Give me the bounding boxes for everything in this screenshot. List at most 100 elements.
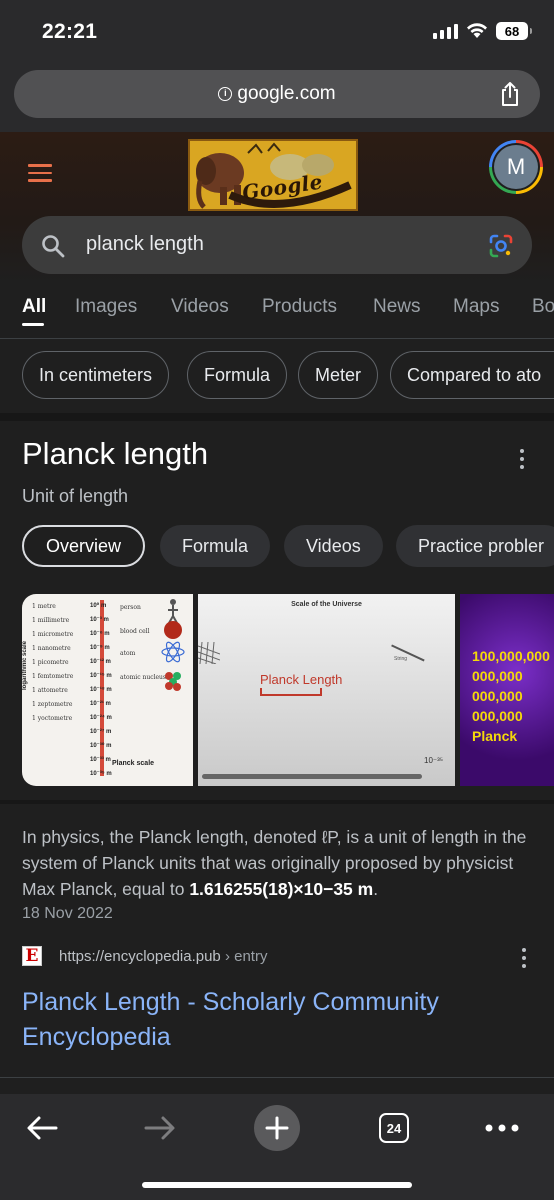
tab-videos[interactable]: Videos — [171, 296, 229, 318]
ruler-tick-label: 10⁻³⁰ m — [90, 743, 112, 749]
grid-mesh-illustration — [198, 642, 220, 664]
ruler-tick-label: 10⁰ m — [90, 603, 107, 609]
battery-icon: 68 — [496, 22, 532, 40]
scale-bracket — [260, 688, 322, 696]
scale-row-label: 1 metre — [32, 603, 56, 610]
knowledge-panel-title: Planck length — [22, 436, 209, 471]
status-bar: 22:21 68 — [0, 0, 554, 62]
scale-row-label: 1 picometre — [32, 659, 69, 666]
tab-news[interactable]: News — [373, 296, 421, 318]
ellipsis-icon — [485, 1124, 519, 1132]
ruler-tick-label: 10⁻³⁵ m — [90, 771, 112, 777]
ruler-tick-label: 10⁻²⁷ m — [90, 729, 112, 735]
image-scale-of-universe[interactable]: Scale of the Universe String Planck Leng… — [198, 594, 455, 786]
ruler-tick-label: 10⁻¹⁵ m — [90, 673, 112, 679]
planck-length-label: Planck Length — [260, 672, 343, 687]
address-bar[interactable]: i google.com — [14, 70, 540, 118]
browser-top-chrome: 22:21 68 i google.com — [0, 0, 554, 132]
ruler-tick-label: 10⁻¹⁸ m — [90, 687, 112, 693]
scale-slider — [202, 774, 422, 779]
string-label: String — [394, 656, 408, 662]
image-logarithmic-scale[interactable]: logarithmic scale 1 metre 1 millimetre 1… — [22, 594, 193, 786]
ruler-tick-label: 10⁻³³ m — [90, 757, 111, 763]
chip-compared-to-atom[interactable]: Compared to ato — [390, 351, 554, 399]
google-doodle[interactable]: Google — [188, 139, 358, 211]
scale-row-label: 1 micrometre — [32, 631, 74, 638]
knowledge-panel-subtitle: Unit of length — [22, 486, 129, 506]
ruler-tick-label: 10⁻¹² m — [90, 659, 111, 665]
status-time: 22:21 — [42, 20, 98, 43]
section-separator — [0, 800, 554, 804]
result-url[interactable]: https://encyclopedia.pub › entry — [59, 948, 267, 965]
back-button[interactable] — [22, 1108, 62, 1148]
wifi-icon — [467, 23, 487, 38]
ruler-tick-label: 10⁻²¹ m — [90, 701, 111, 707]
chip-in-centimeters[interactable]: In centimeters — [22, 351, 170, 399]
result-title-link[interactable]: Planck Length - Scholarly Community Ency… — [22, 985, 522, 1055]
snippet-highlight: 1.616255(18)×10−35 m — [189, 879, 374, 899]
forward-button[interactable] — [140, 1108, 180, 1148]
scale-illustrations — [161, 599, 185, 691]
kp-chip-videos[interactable]: Videos — [284, 525, 383, 567]
scale-side-label: blood cell — [120, 628, 150, 635]
status-icons: 68 — [433, 22, 532, 40]
image-planck-number[interactable]: 100,000,000 000,000 000,000 000,000 Plan… — [460, 594, 554, 786]
avatar-letter: M — [494, 145, 538, 189]
scale-row-label: 1 attometre — [32, 687, 68, 694]
new-tab-button[interactable] — [254, 1105, 300, 1151]
tab-all[interactable]: All — [22, 296, 46, 318]
url-display[interactable]: i google.com — [218, 83, 336, 105]
section-separator — [0, 413, 554, 421]
tab-count-badge: 24 — [379, 1113, 409, 1143]
tab-books[interactable]: Bo — [532, 296, 554, 318]
image-axis-label: logarithmic scale — [22, 640, 28, 690]
tabs-button[interactable]: 24 — [374, 1108, 414, 1148]
tab-products[interactable]: Products — [262, 296, 337, 318]
tab-maps[interactable]: Maps — [453, 296, 499, 318]
ruler-tick-label: 10⁻³ m — [90, 617, 109, 623]
scale-row-label: 1 millimetre — [32, 617, 70, 624]
kp-chip-overview[interactable]: Overview — [22, 525, 146, 567]
scale-side-label: person — [120, 604, 141, 611]
info-icon[interactable]: i — [218, 87, 233, 101]
forward-arrow-icon — [144, 1116, 175, 1140]
snippet-date: 18 Nov 2022 — [22, 905, 113, 922]
google-lens-icon[interactable] — [488, 233, 514, 259]
url-text: google.com — [237, 83, 336, 104]
ruler-tick-label: 10⁻⁹ m — [90, 645, 110, 651]
scale-exponent: 10⁻³⁵ — [424, 756, 444, 765]
result-more-options-icon[interactable] — [521, 948, 527, 968]
kp-chip-formula[interactable]: Formula — [160, 525, 271, 567]
more-menu-button[interactable] — [482, 1108, 522, 1148]
account-avatar[interactable]: M — [489, 140, 543, 194]
featured-snippet: In physics, the Planck length, denoted ℓ… — [22, 827, 527, 899]
active-tab-indicator — [22, 323, 44, 326]
scale-side-label: atom — [120, 650, 136, 657]
kp-chip-practice-problems[interactable]: Practice probler — [396, 525, 554, 567]
tab-images[interactable]: Images — [75, 296, 137, 318]
chip-formula[interactable]: Formula — [187, 351, 288, 399]
image-title: Scale of the Universe — [291, 601, 362, 608]
result-divider — [0, 1077, 554, 1078]
scale-row-label: 1 zeptometre — [32, 701, 73, 708]
menu-icon[interactable] — [28, 164, 52, 182]
home-indicator — [142, 1182, 412, 1188]
search-icon[interactable] — [40, 233, 66, 259]
plus-icon — [265, 1116, 289, 1140]
share-icon[interactable] — [498, 81, 522, 107]
ruler-tick-label: 10⁻⁶ m — [90, 631, 110, 637]
chip-meter[interactable]: Meter — [298, 351, 379, 399]
image-number-text: 100,000,000 000,000 000,000 000,000 Plan… — [472, 648, 550, 744]
planck-scale-label: Planck scale — [112, 760, 155, 767]
result-breadcrumb: › entry — [224, 948, 268, 965]
search-query-text[interactable]: planck length — [86, 233, 204, 256]
back-arrow-icon — [27, 1116, 58, 1140]
tabs-divider — [0, 338, 554, 339]
scale-row-label: 1 femtometre — [32, 673, 74, 680]
site-favicon[interactable]: E — [22, 946, 42, 966]
scale-row-label: 1 yoctometre — [32, 715, 73, 722]
more-options-icon[interactable] — [519, 449, 525, 469]
ruler-tick-label: 10⁻²⁴ m — [90, 715, 112, 721]
search-input[interactable]: planck length — [22, 216, 532, 274]
scale-row-label: 1 nanometre — [32, 645, 71, 652]
